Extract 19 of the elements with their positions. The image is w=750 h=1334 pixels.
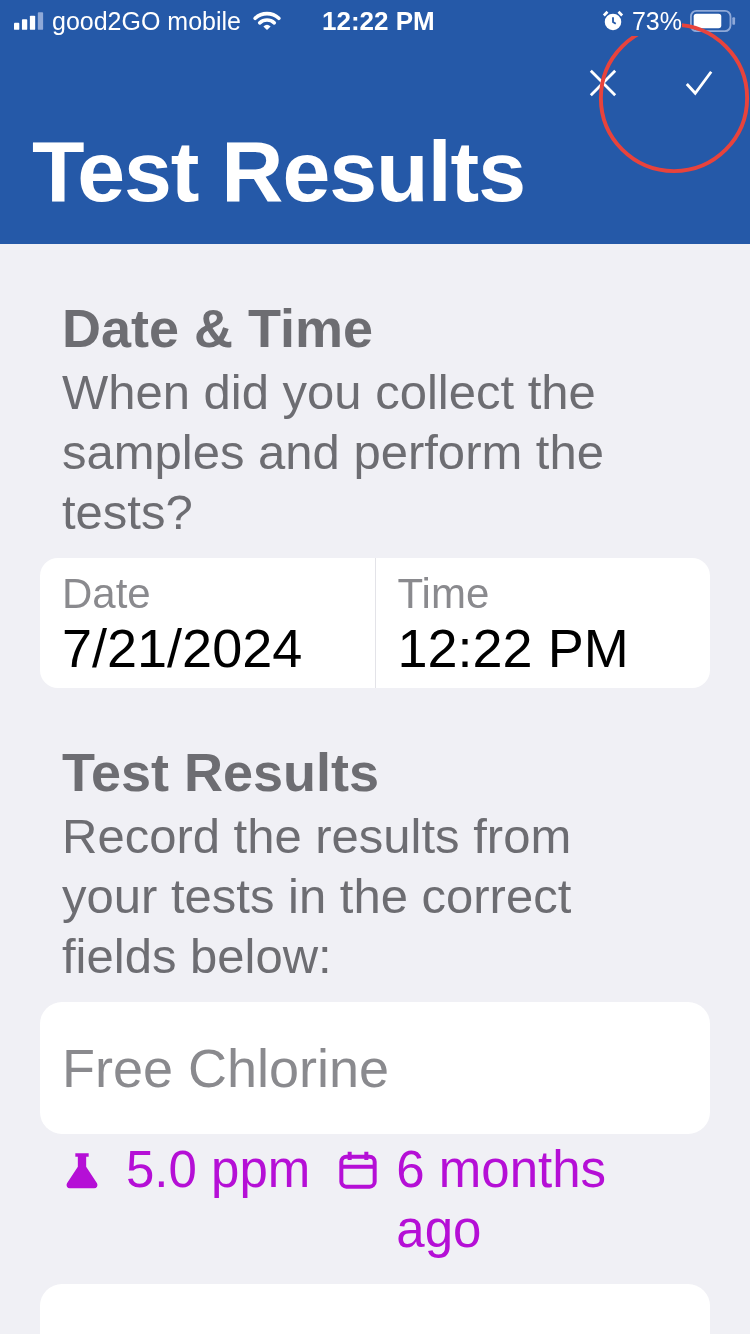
section-heading: Date & Time bbox=[62, 297, 375, 360]
last-tested-time: 6 months ago bbox=[396, 1140, 608, 1260]
field-value[interactable]: 7/21/2024 bbox=[62, 618, 353, 678]
field-value[interactable]: 12:22 PM bbox=[397, 618, 688, 678]
field-label: Date bbox=[62, 570, 152, 618]
section-description: When did you collect the samples and perform the tests? bbox=[62, 364, 605, 541]
battery-icon bbox=[690, 9, 736, 33]
checkmark-icon[interactable] bbox=[684, 68, 714, 98]
field-label: Time bbox=[397, 570, 491, 618]
status-time: 12:22 PM bbox=[322, 5, 435, 37]
page-title: Test Results bbox=[32, 128, 526, 214]
close-icon[interactable] bbox=[588, 68, 618, 98]
wifi-icon bbox=[253, 11, 281, 31]
section-description: Record the results from your tests in the correct fields below: bbox=[62, 808, 573, 985]
alarm-icon bbox=[601, 10, 624, 32]
section-heading: Test Results bbox=[62, 741, 381, 804]
reading-value: 5.0 ppm bbox=[126, 1140, 311, 1200]
signal-icon bbox=[14, 12, 44, 30]
input-field[interactable]: Free Chlorine bbox=[40, 1002, 710, 1134]
